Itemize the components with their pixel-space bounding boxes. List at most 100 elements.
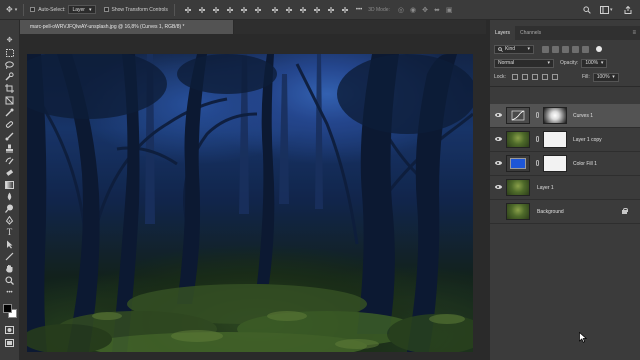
filter-smart-object-icon[interactable] [581, 45, 589, 53]
color-swatches [3, 304, 17, 318]
layer-row-layer1-copy[interactable]: Layer 1 copy [490, 128, 640, 152]
distribute-middle-icon[interactable] [285, 6, 293, 14]
filter-toggle-icon[interactable] [596, 46, 602, 52]
layer-filter-buttons [540, 45, 590, 53]
eraser-tool-icon[interactable] [4, 168, 15, 177]
lock-artboard-icon[interactable] [541, 74, 548, 80]
move-tool-icon[interactable]: ✥ [4, 36, 15, 45]
screen-mode-icon[interactable] [4, 338, 15, 347]
tab-channels[interactable]: Channels [515, 26, 546, 40]
scale-3d-icon[interactable]: ▣ [446, 6, 453, 14]
blend-mode-dropdown[interactable]: Normal ▾ [494, 58, 554, 68]
layer-row-curves[interactable]: Curves 1 [490, 104, 640, 128]
mask-link-icon[interactable] [536, 136, 539, 142]
layer-thumbnail[interactable] [506, 179, 530, 196]
distribute-left-icon[interactable] [313, 6, 321, 14]
filter-pixel-icon[interactable] [541, 45, 549, 53]
filter-shape-icon[interactable] [571, 45, 579, 53]
mask-link-icon[interactable] [536, 112, 539, 118]
align-top-icon[interactable] [226, 6, 234, 14]
layer-row-color-fill[interactable]: Color Fill 1 [490, 152, 640, 176]
brush-tool-icon[interactable] [4, 132, 15, 141]
filter-kind-dropdown[interactable]: Kind ▾ [494, 44, 534, 54]
panel-menu-icon[interactable]: ≡ [632, 26, 640, 40]
color-fill-thumbnail[interactable] [506, 155, 530, 172]
mask-link-icon[interactable] [536, 160, 539, 166]
roll-3d-icon[interactable]: ◉ [410, 6, 416, 14]
align-middle-icon[interactable] [240, 6, 248, 14]
opacity-field[interactable]: 100% ▾ [581, 58, 608, 68]
dodge-tool-icon[interactable] [4, 204, 15, 213]
three-d-mode-group: 3D Mode: ◎ ◉ ✥ ⬌ ▣ [368, 0, 452, 20]
clone-stamp-tool-icon[interactable] [4, 144, 15, 153]
eyedropper-tool-icon[interactable] [4, 108, 15, 117]
zoom-tool-icon[interactable] [4, 276, 15, 285]
drag-3d-icon[interactable]: ✥ [422, 6, 428, 14]
show-transform-checkbox[interactable]: Show Transform Controls [103, 0, 168, 20]
history-brush-tool-icon[interactable] [4, 156, 15, 165]
layer-thumbnail[interactable] [506, 203, 530, 220]
lock-image-icon[interactable] [521, 74, 528, 80]
auto-select-label: Auto-Select: [38, 6, 66, 13]
eye-icon[interactable] [494, 136, 502, 142]
checkbox-box[interactable] [103, 7, 109, 12]
lock-all-icon[interactable] [551, 74, 558, 80]
quick-selection-tool-icon[interactable] [4, 72, 15, 81]
quick-mask-icon[interactable] [4, 325, 15, 334]
auto-select-dropdown[interactable]: Layer ▾ [68, 5, 96, 14]
distribute-center-icon[interactable] [327, 6, 335, 14]
layer-mask-thumbnail[interactable] [543, 131, 567, 148]
checkbox-box[interactable] [30, 7, 36, 12]
hand-tool-icon[interactable] [4, 264, 15, 273]
search-icon[interactable] [583, 0, 591, 20]
distribute-bottom-icon[interactable] [299, 6, 307, 14]
lasso-tool-icon[interactable] [4, 60, 15, 69]
slide-3d-icon[interactable]: ⬌ [434, 6, 440, 14]
opacity-value: 100% [585, 60, 599, 66]
document-tab[interactable]: marc-pell-oWRVJFQIwAY-unsplash.jpg @ 16,… [20, 20, 234, 34]
filter-adjustment-icon[interactable] [551, 45, 559, 53]
layer-row-layer1[interactable]: Layer 1 [490, 176, 640, 200]
eye-icon[interactable] [494, 112, 502, 118]
distribute-top-icon[interactable] [271, 6, 279, 14]
curves-adjustment-thumbnail[interactable] [506, 107, 530, 124]
distribute-right-icon[interactable] [341, 6, 349, 14]
align-right-icon[interactable] [212, 6, 220, 14]
options-separator [23, 3, 25, 16]
move-tool-preset-icon[interactable]: ✥ ▾ [6, 0, 17, 20]
fill-field[interactable]: 100% ▾ [592, 72, 619, 82]
layer-filter-row: Kind ▾ [490, 44, 640, 54]
pen-tool-icon[interactable] [4, 216, 15, 225]
more-options-icon[interactable]: ••• [356, 7, 362, 13]
share-icon[interactable] [624, 0, 632, 20]
frame-tool-icon[interactable] [4, 96, 15, 105]
foreground-color-swatch[interactable] [3, 304, 12, 313]
align-center-icon[interactable] [198, 6, 206, 14]
orbit-3d-icon[interactable]: ◎ [398, 6, 404, 14]
align-bottom-icon[interactable] [254, 6, 262, 14]
workspace-icon[interactable]: ▾ [600, 0, 613, 20]
layer-row-background[interactable]: Background [490, 200, 640, 224]
edit-toolbar-icon[interactable]: ••• [4, 288, 15, 297]
shape-tool-icon[interactable] [4, 252, 15, 261]
filter-type-icon[interactable] [561, 45, 569, 53]
layer-mask-thumbnail[interactable] [543, 107, 567, 124]
blur-tool-icon[interactable] [4, 192, 15, 201]
layer-mask-thumbnail[interactable] [543, 155, 567, 172]
eye-icon[interactable] [494, 184, 502, 190]
crop-tool-icon[interactable] [4, 84, 15, 93]
healing-brush-tool-icon[interactable] [4, 120, 15, 129]
auto-select-checkbox[interactable]: Auto-Select: Layer ▾ [30, 0, 96, 20]
layer-thumbnail[interactable] [506, 131, 530, 148]
layer-name: Color Fill 1 [573, 161, 597, 167]
lock-transparent-icon[interactable] [511, 74, 518, 80]
marquee-tool-icon[interactable] [4, 48, 15, 57]
document-canvas-image[interactable] [27, 54, 473, 352]
path-selection-tool-icon[interactable] [4, 240, 15, 249]
lock-position-icon[interactable] [531, 74, 538, 80]
tab-layers[interactable]: Layers [490, 26, 516, 40]
eye-icon[interactable] [494, 160, 502, 166]
type-tool-icon[interactable]: T [4, 228, 15, 237]
gradient-tool-icon[interactable] [4, 180, 15, 189]
align-left-icon[interactable] [184, 6, 192, 14]
